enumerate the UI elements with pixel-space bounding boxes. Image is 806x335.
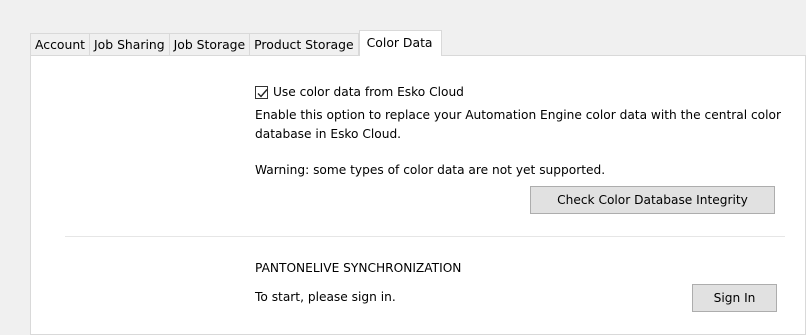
use-esko-cloud-color-data-label[interactable]: Use color data from Esko Cloud [273, 85, 464, 99]
tab-product-storage[interactable]: Product Storage [249, 33, 359, 56]
tab-strip: Account Job Sharing Job Storage Product … [30, 30, 442, 56]
section-divider [65, 236, 785, 237]
check-color-database-integrity-button[interactable]: Check Color Database Integrity [530, 186, 775, 214]
tab-job-sharing[interactable]: Job Sharing [89, 33, 170, 56]
color-data-description: Enable this option to replace your Autom… [255, 108, 781, 141]
pantonelive-sync-status: To start, please sign in. [255, 290, 396, 304]
color-data-warning: Warning: some types of color data are no… [255, 163, 606, 177]
use-esko-cloud-color-data-checkbox[interactable] [255, 85, 268, 99]
tab-account[interactable]: Account [30, 33, 91, 56]
tab-color-data[interactable]: Color Data [358, 30, 442, 56]
checkmark-icon [257, 88, 268, 98]
use-esko-cloud-color-data-option[interactable]: Use color data from Esko Cloud [255, 85, 464, 99]
tab-job-storage[interactable]: Job Storage [168, 33, 251, 56]
pantonelive-sync-heading: PANTONELIVE SYNCHRONIZATION [255, 261, 462, 275]
sign-in-button[interactable]: Sign In [692, 284, 777, 312]
